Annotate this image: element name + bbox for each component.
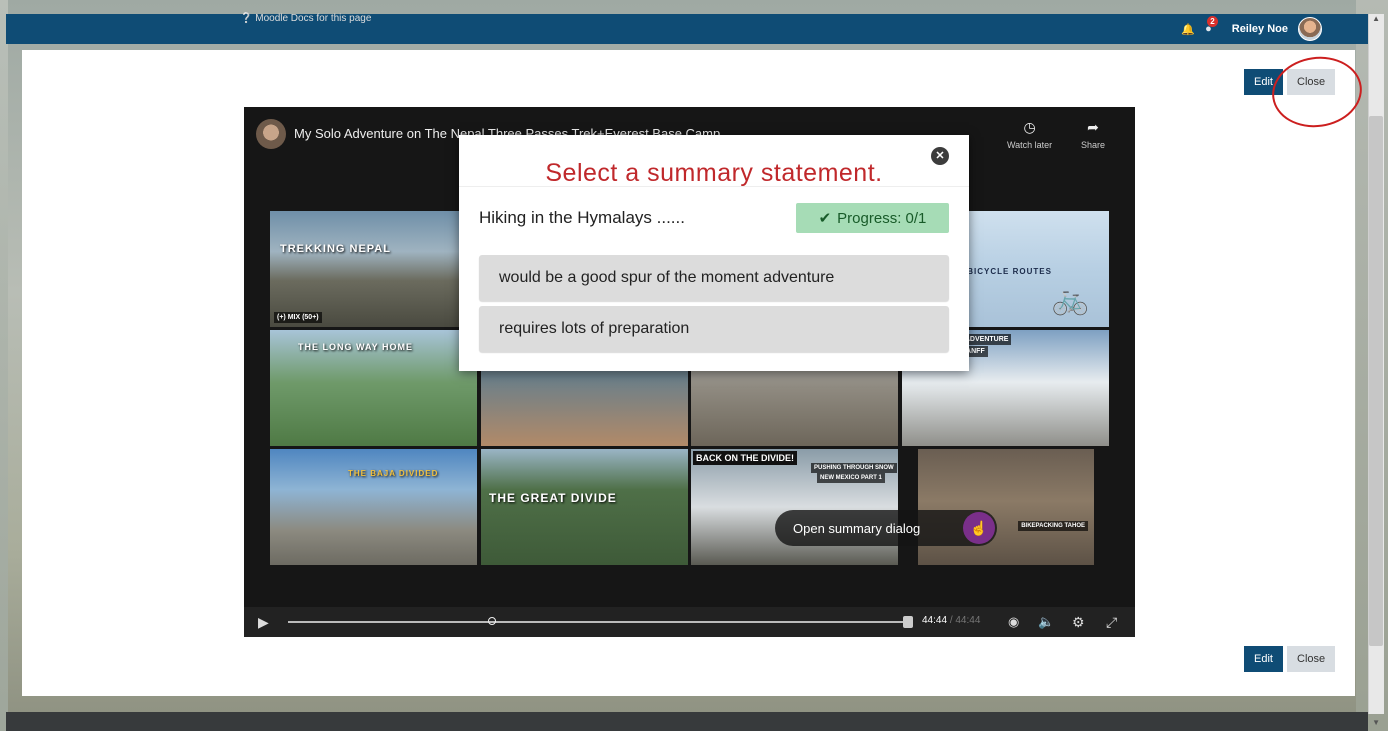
video-thumbnail-bikepacking-tahoe[interactable]: BIKEPACKING TAHOE bbox=[918, 449, 1094, 565]
video-thumbnail-great-divide[interactable]: THE GREAT DIVIDE bbox=[481, 449, 688, 565]
share-button[interactable]: ➦ Share bbox=[1081, 119, 1105, 150]
playback-rate-icon[interactable]: ◉ bbox=[1008, 614, 1019, 630]
notification-badge: 2 bbox=[1207, 16, 1218, 27]
messages-icon[interactable]: ● 2 bbox=[1205, 16, 1218, 35]
background-left bbox=[0, 0, 8, 731]
scroll-down-icon[interactable]: ▼ bbox=[1372, 718, 1380, 727]
thumbnail-title: TREKKING NEPAL bbox=[280, 243, 391, 255]
seek-bar[interactable] bbox=[288, 621, 908, 623]
watch-later-button[interactable]: ◷ Watch later bbox=[1007, 119, 1052, 150]
bicycle-icon: 🚲 bbox=[1051, 283, 1089, 316]
thumbnail-title: THE GREAT DIVIDE bbox=[489, 491, 617, 505]
close-icon[interactable]: ✕ bbox=[931, 147, 949, 165]
time-display: 44:44 / 44:44 bbox=[922, 615, 980, 626]
open-summary-label: Open summary dialog bbox=[793, 520, 921, 536]
summary-option-2[interactable]: requires lots of preparation bbox=[479, 306, 949, 352]
progress-label: Progress: 0/1 bbox=[837, 209, 927, 227]
scrollbar-thumb[interactable] bbox=[1369, 116, 1383, 646]
volume-icon[interactable]: 🔈 bbox=[1038, 614, 1054, 630]
channel-avatar[interactable] bbox=[256, 119, 286, 149]
share-label: Share bbox=[1081, 140, 1106, 150]
docs-link-label: Moodle Docs for this page bbox=[255, 13, 372, 24]
summary-dialog: Select a summary statement. ✕ Hiking in … bbox=[459, 135, 969, 371]
progress-badge: ✔ Progress: 0/1 bbox=[796, 203, 949, 233]
gear-icon[interactable]: ⚙ bbox=[1072, 614, 1085, 631]
video-thumbnail-back-on-divide[interactable]: BACK ON THE DIVIDE! PUSHING THROUGH SNOW… bbox=[691, 449, 898, 565]
hand-pointer-icon[interactable]: ☝ bbox=[963, 512, 995, 544]
open-summary-dialog-button[interactable]: Open summary dialog ☝ bbox=[775, 510, 997, 546]
thumbnail-title: THE LONG WAY HOME bbox=[298, 342, 414, 352]
dialog-title: Select a summary statement. bbox=[545, 159, 883, 187]
video-thumbnail-long-way-home[interactable]: THE LONG WAY HOME bbox=[270, 330, 477, 446]
dialog-question: Hiking in the Hymalays ...... bbox=[479, 208, 685, 227]
thumbnail-tag: BIKEPACKING TAHOE bbox=[1018, 521, 1088, 531]
check-icon: ✔ bbox=[818, 210, 832, 227]
user-name[interactable]: Reiley Noe bbox=[1232, 23, 1288, 35]
avatar[interactable] bbox=[1298, 17, 1322, 41]
bell-icon[interactable]: 🔔 bbox=[1181, 23, 1195, 36]
video-thumbnail-baja-divided[interactable]: THE BAJA DIVIDED bbox=[270, 449, 477, 565]
watch-later-label: Watch later bbox=[1007, 140, 1053, 150]
share-icon: ➦ bbox=[1087, 119, 1099, 135]
time-total: / 44:44 bbox=[949, 615, 981, 626]
bookmark-marker[interactable] bbox=[488, 617, 496, 625]
thumbnail-tag: NEW MEXICO PART 1 bbox=[817, 473, 885, 483]
thumbnail-title: BACK ON THE DIVIDE! bbox=[693, 451, 798, 465]
play-icon[interactable]: ▶ bbox=[258, 614, 269, 631]
fullscreen-icon[interactable]: ⤢ bbox=[1106, 614, 1117, 631]
video-thumbnail-trekking-nepal[interactable]: TREKKING NEPAL (+) MIX (50+) bbox=[270, 211, 477, 327]
thumbnail-tag: PUSHING THROUGH SNOW bbox=[811, 463, 897, 473]
dialog-divider bbox=[459, 186, 969, 187]
summary-option-1[interactable]: would be a good spur of the moment adven… bbox=[479, 255, 949, 301]
clock-icon: ◷ bbox=[1023, 119, 1036, 135]
seek-handle[interactable] bbox=[903, 616, 913, 628]
edit-button-bottom[interactable]: Edit bbox=[1244, 646, 1283, 672]
time-current: 44:44 bbox=[922, 615, 948, 626]
thumbnail-title: THE BAJA DIVIDED bbox=[348, 469, 439, 478]
video-controls: ▶ 44:44 / 44:44 ◉ 🔈 ⚙ ⤢ bbox=[244, 607, 1135, 637]
thumbnail-tag: (+) MIX (50+) bbox=[274, 312, 322, 323]
page-footer bbox=[6, 712, 1368, 731]
close-button-bottom[interactable]: Close bbox=[1287, 646, 1336, 672]
scroll-up-icon[interactable]: ▲ bbox=[1372, 14, 1380, 23]
top-navbar: 🔔 ● 2 Reiley Noe bbox=[6, 14, 1368, 44]
docs-link[interactable]: ❔ Moodle Docs for this page bbox=[240, 13, 371, 24]
